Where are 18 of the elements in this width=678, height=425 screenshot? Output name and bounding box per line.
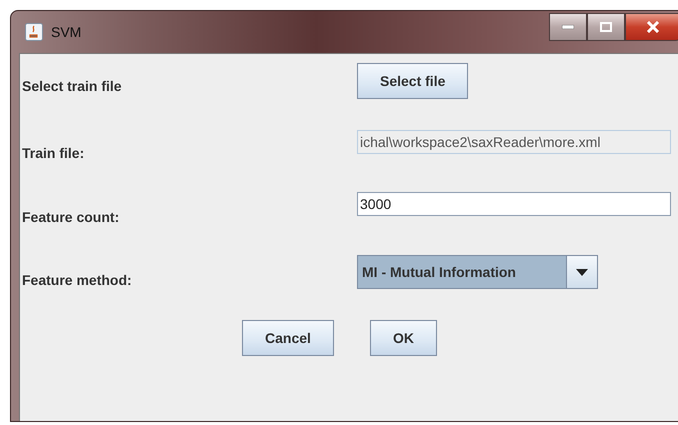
text-field[interactable]: 3000	[357, 192, 671, 216]
caret-icon	[576, 268, 588, 276]
ok-button[interactable]: OK	[370, 320, 437, 356]
field-label: Train file:	[22, 145, 86, 161]
field-label: Feature count:	[22, 209, 120, 225]
field-label: Select train file	[22, 78, 123, 94]
close-icon	[646, 21, 660, 33]
cup-icon	[25, 23, 43, 41]
close-button[interactable]	[625, 13, 678, 41]
field-label: Feature method:	[22, 272, 133, 288]
method-dropdown[interactable]: MI - Mutual Information	[357, 255, 598, 289]
minimize-icon	[562, 25, 574, 29]
cancel-button[interactable]: Cancel	[242, 320, 334, 356]
maximize-icon	[600, 22, 612, 32]
minimize-button[interactable]	[549, 13, 587, 41]
select-file-button[interactable]: Select file	[357, 63, 468, 99]
maximize-button[interactable]	[587, 13, 625, 41]
window-title: SVM	[51, 24, 82, 40]
